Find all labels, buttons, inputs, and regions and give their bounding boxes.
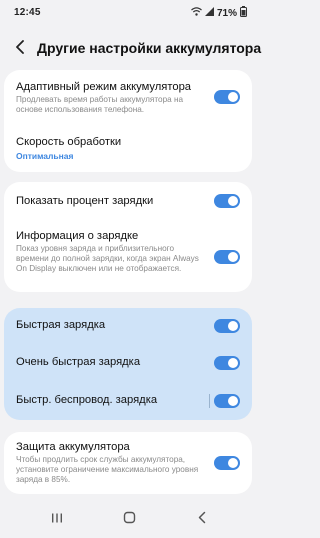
wifi-icon [191,7,202,19]
divider [209,394,210,408]
fast-charging-toggle[interactable] [214,319,240,333]
setting-fast-charging[interactable]: Быстрая зарядка [4,308,252,344]
setting-subtitle: Продлевать время работы аккумулятора на … [16,95,184,114]
back-arrow-icon [15,39,25,59]
status-time: 12:45 [14,7,41,18]
fast-wireless-charging-toggle[interactable] [214,394,240,408]
setting-show-percent[interactable]: Показать процент зарядки [4,182,252,222]
status-bar: 12:45 71% [0,0,257,24]
home-icon [123,511,136,529]
setting-super-fast-charging[interactable]: Очень быстрая зарядка [4,344,252,382]
nav-back-button[interactable] [190,508,214,532]
setting-title: Очень быстрая зарядка [16,356,141,368]
recents-icon [51,511,63,529]
adaptive-battery-toggle[interactable] [214,90,240,104]
nav-back-icon [197,511,207,529]
setting-value: Оптимальная [16,151,74,161]
setting-subtitle: Показ уровня заряда и приблизительного в… [16,244,199,273]
setting-battery-protection[interactable]: Защита аккумулятора Чтобы продлить срок … [4,432,252,494]
status-icons: 71% [191,6,247,20]
signal-icon [204,7,214,19]
setting-title: Информация о зарядке [16,230,139,242]
navigation-bar [0,498,257,538]
setting-title: Адаптивный режим аккумулятора [16,81,192,93]
battery-percent: 71% [216,7,237,19]
setting-title: Быстрая зарядка [16,319,106,331]
recents-button[interactable] [45,508,69,532]
card-charge-display: Показать процент зарядки Информация о за… [4,182,252,292]
battery-icon [240,6,247,20]
home-button[interactable] [117,508,141,532]
setting-processing-speed[interactable]: Скорость обработки Оптимальная [4,130,252,170]
setting-fast-wireless-charging[interactable]: Быстр. беспровод. зарядка [4,382,252,420]
battery-protection-toggle[interactable] [214,456,240,470]
setting-charge-info[interactable]: Информация о зарядке Показ уровня заряда… [4,222,252,292]
card-battery-protection: Защита аккумулятора Чтобы продлить срок … [4,432,252,494]
card-fast-charging: Быстрая зарядка Очень быстрая зарядка Бы… [4,308,252,420]
setting-title: Быстр. беспровод. зарядка [16,394,158,406]
super-fast-charging-toggle[interactable] [214,356,240,370]
setting-adaptive-battery[interactable]: Адаптивный режим аккумулятора Продлевать… [4,70,252,130]
page-title: Другие настройки аккумулятора [37,40,262,56]
setting-subtitle: Чтобы продлить срок службы аккумулятора,… [16,455,199,484]
back-button[interactable] [9,38,31,60]
page-header: Другие настройки аккумулятора [0,34,261,64]
setting-title: Скорость обработки [16,136,122,148]
card-adaptive: Адаптивный режим аккумулятора Продлевать… [4,70,252,172]
show-percent-toggle[interactable] [214,194,240,208]
setting-title: Показать процент зарядки [16,195,154,207]
setting-title: Защита аккумулятора [16,441,130,453]
charge-info-toggle[interactable] [214,250,240,264]
